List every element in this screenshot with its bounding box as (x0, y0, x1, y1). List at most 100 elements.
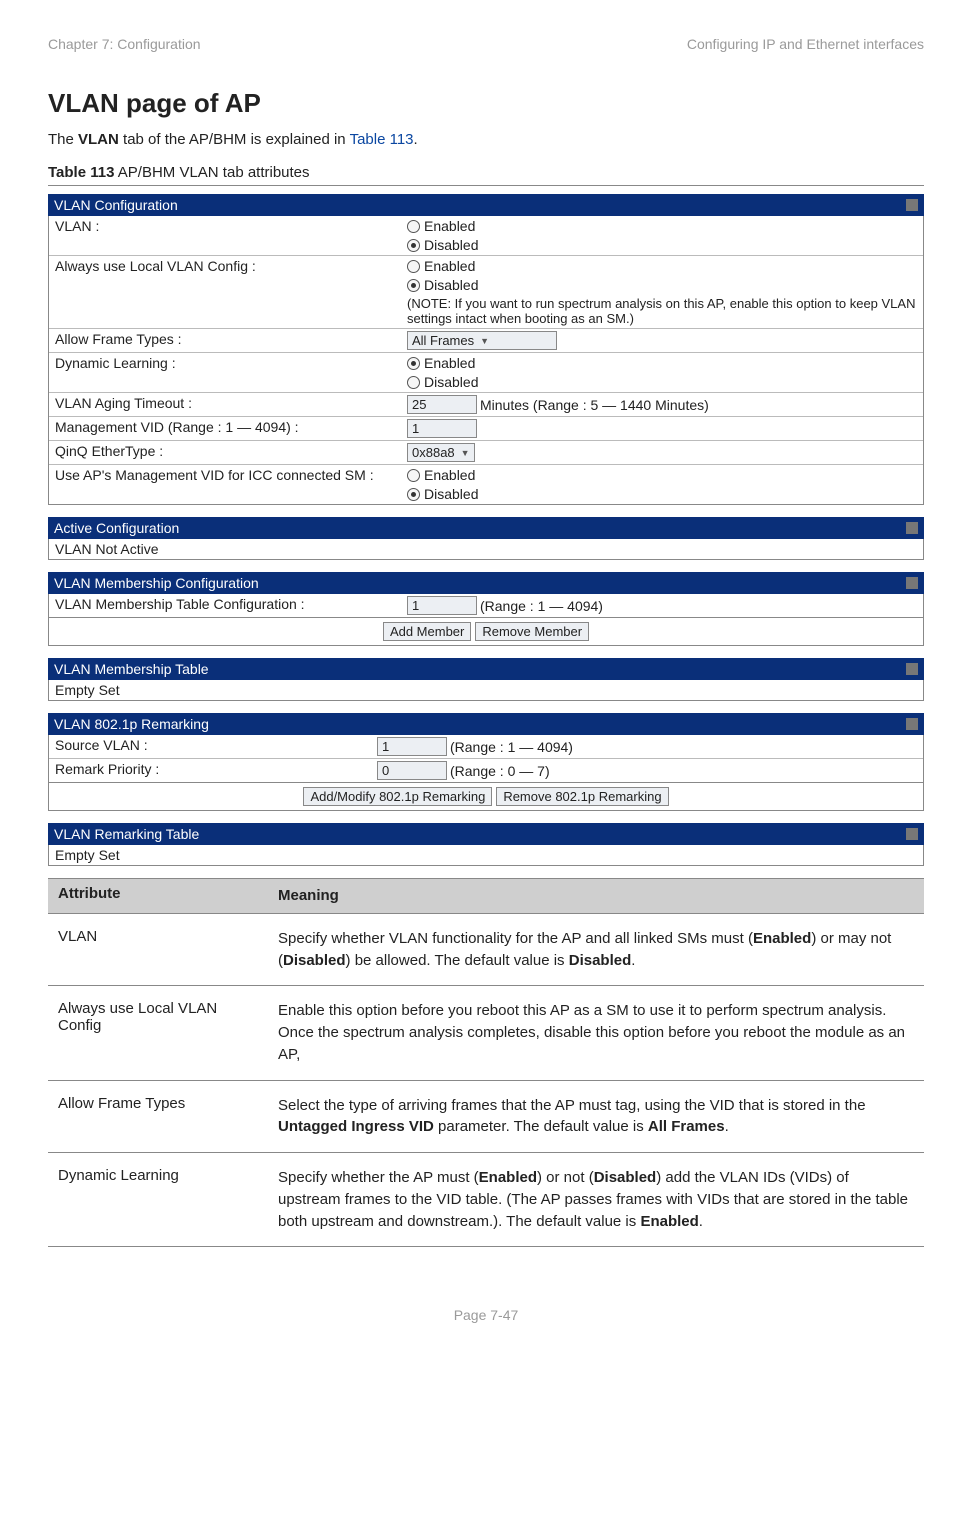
table-top-rule (48, 185, 924, 186)
panel-header: Active Configuration (48, 517, 924, 539)
remarking-buttons: Add/Modify 802.1p Remarking Remove 802.1… (48, 783, 924, 811)
intro-text-3: . (414, 131, 418, 148)
radio-label: Enabled (424, 467, 475, 483)
attribute-meaning: Specify whether VLAN functionality for t… (268, 922, 924, 978)
attribute-table-header: Attribute Meaning (48, 879, 924, 914)
table-caption: Table 113 AP/BHM VLAN tab attributes (48, 164, 924, 181)
input-aging[interactable]: 25 (407, 395, 477, 414)
radio-icc-enabled[interactable] (407, 469, 420, 482)
page-footer: Page 7-47 (48, 1307, 924, 1323)
label-remark-priority: Remark Priority : (49, 759, 371, 782)
membership-table-body: Empty Set (48, 680, 924, 701)
label-membership: VLAN Membership Table Configuration : (49, 594, 401, 617)
row-vlan: VLAN : Enabled Disabled (49, 216, 923, 256)
radio-icc-disabled[interactable] (407, 488, 420, 501)
table-row: Allow Frame TypesSelect the type of arri… (48, 1081, 924, 1154)
label-allow-frame: Allow Frame Types : (49, 329, 401, 352)
membership-buttons: Add Member Remove Member (48, 618, 924, 646)
row-membership: VLAN Membership Table Configuration : 1 … (49, 594, 923, 617)
attribute-meaning: Enable this option before you reboot thi… (268, 994, 924, 1071)
chevron-down-icon: ▼ (461, 448, 470, 458)
remove-remarking-button[interactable]: Remove 802.1p Remarking (496, 787, 668, 806)
table-row: Dynamic LearningSpecify whether the AP m… (48, 1153, 924, 1246)
radio-label: Enabled (424, 355, 475, 371)
radio-label: Disabled (424, 237, 478, 253)
table-ref-link[interactable]: Table 113 (350, 131, 414, 148)
intro-bold: VLAN (78, 131, 119, 148)
intro-text: The (48, 131, 78, 148)
panel-active-config: Active Configuration VLAN Not Active (48, 517, 924, 560)
input-source-vlan[interactable]: 1 (377, 737, 447, 756)
label-icc: Use AP's Management VID for ICC connecte… (49, 465, 401, 504)
panel-header: VLAN Configuration (48, 194, 924, 216)
attribute-table: Attribute Meaning VLANSpecify whether VL… (48, 878, 924, 1247)
collapse-icon[interactable] (906, 663, 918, 675)
radio-dyn-enabled[interactable] (407, 357, 420, 370)
label-mgmt-vid: Management VID (Range : 1 — 4094) : (49, 417, 401, 440)
row-mgmt-vid: Management VID (Range : 1 — 4094) : 1 (49, 417, 923, 441)
radio-label: Disabled (424, 486, 478, 502)
add-member-button[interactable]: Add Member (383, 622, 471, 641)
row-icc: Use AP's Management VID for ICC connecte… (49, 465, 923, 504)
collapse-icon[interactable] (906, 828, 918, 840)
radio-vlan-enabled[interactable] (407, 220, 420, 233)
collapse-icon[interactable] (906, 199, 918, 211)
panel-remarking: VLAN 802.1p Remarking Source VLAN : 1 (R… (48, 713, 924, 811)
remove-member-button[interactable]: Remove Member (475, 622, 589, 641)
panel-title: VLAN Membership Configuration (54, 575, 259, 591)
local-vlan-note: (NOTE: If you want to run spectrum analy… (407, 296, 917, 326)
attribute-meaning: Select the type of arriving frames that … (268, 1089, 924, 1145)
panel-header: VLAN 802.1p Remarking (48, 713, 924, 735)
source-vlan-range: (Range : 1 — 4094) (450, 739, 573, 755)
header-right: Configuring IP and Ethernet interfaces (687, 36, 924, 52)
add-remarking-button[interactable]: Add/Modify 802.1p Remarking (303, 787, 492, 806)
radio-local-enabled[interactable] (407, 260, 420, 273)
select-value: All Frames (412, 333, 474, 348)
membership-range: (Range : 1 — 4094) (480, 598, 603, 614)
panel-title: VLAN 802.1p Remarking (54, 716, 209, 732)
radio-vlan-disabled[interactable] (407, 239, 420, 252)
radio-dyn-disabled[interactable] (407, 376, 420, 389)
select-qinq[interactable]: 0x88a8 ▼ (407, 443, 475, 462)
label-dynamic-learning: Dynamic Learning : (49, 353, 401, 392)
label-source-vlan: Source VLAN : (49, 735, 371, 758)
header-meaning: Meaning (268, 879, 924, 913)
chevron-down-icon: ▼ (480, 336, 489, 346)
collapse-icon[interactable] (906, 522, 918, 534)
select-allow-frame[interactable]: All Frames ▼ (407, 331, 557, 350)
row-dynamic-learning: Dynamic Learning : Enabled Disabled (49, 353, 923, 393)
table-row: VLANSpecify whether VLAN functionality f… (48, 914, 924, 987)
label-local-vlan: Always use Local VLAN Config : (49, 256, 401, 328)
radio-label: Enabled (424, 258, 475, 274)
page-title: VLAN page of AP (48, 88, 924, 119)
radio-local-disabled[interactable] (407, 279, 420, 292)
intro-text-2: tab of the AP/BHM is explained in (119, 131, 350, 148)
collapse-icon[interactable] (906, 577, 918, 589)
panel-vlan-config: VLAN Configuration VLAN : Enabled Disabl… (48, 194, 924, 505)
radio-label: Enabled (424, 218, 475, 234)
panel-remarking-table: VLAN Remarking Table Empty Set (48, 823, 924, 866)
panel-title: VLAN Configuration (54, 197, 178, 213)
radio-label: Disabled (424, 277, 478, 293)
panel-title: Active Configuration (54, 520, 179, 536)
input-membership[interactable]: 1 (407, 596, 477, 615)
caption-bold: Table 113 (48, 164, 114, 181)
panel-membership-table: VLAN Membership Table Empty Set (48, 658, 924, 701)
attribute-name: Allow Frame Types (48, 1089, 268, 1145)
label-vlan: VLAN : (49, 216, 401, 255)
attribute-name: Always use Local VLAN Config (48, 994, 268, 1071)
panel-title: VLAN Membership Table (54, 661, 209, 677)
input-mgmt-vid[interactable]: 1 (407, 419, 477, 438)
header-attribute: Attribute (48, 879, 268, 913)
row-source-vlan: Source VLAN : 1 (Range : 1 — 4094) (49, 735, 923, 759)
panel-header: VLAN Membership Configuration (48, 572, 924, 594)
radio-label: Disabled (424, 374, 478, 390)
row-remark-priority: Remark Priority : 0 (Range : 0 — 7) (49, 759, 923, 782)
attribute-name: Dynamic Learning (48, 1161, 268, 1238)
table-row: Always use Local VLAN ConfigEnable this … (48, 986, 924, 1080)
input-remark-priority[interactable]: 0 (377, 761, 447, 780)
attribute-name: VLAN (48, 922, 268, 978)
collapse-icon[interactable] (906, 718, 918, 730)
row-aging: VLAN Aging Timeout : 25 Minutes (Range :… (49, 393, 923, 417)
page-header: Chapter 7: Configuration Configuring IP … (48, 36, 924, 52)
